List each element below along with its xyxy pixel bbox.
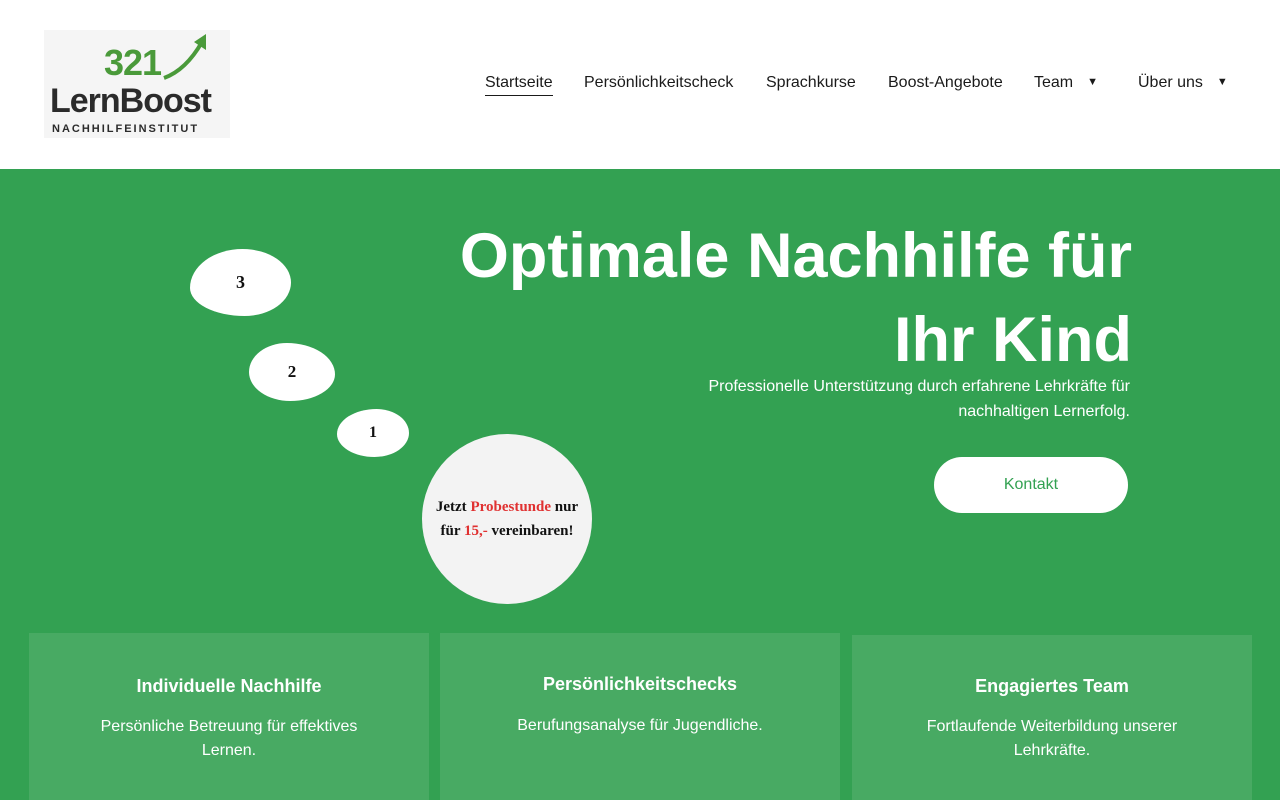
site-header: 321 LernBoost NACHHILFEINSTITUT Startsei… <box>0 0 1280 169</box>
hero-title: Optimale Nachhilfe für Ihr Kind <box>380 214 1132 382</box>
card-text: Persönliche Betreuung für effektives Ler… <box>79 715 379 763</box>
nav-item-boost-angebote[interactable]: Boost-Angebote <box>888 74 1003 92</box>
card-text-line: Persönliche Betreuung für effektives <box>100 718 358 735</box>
step-number: 3 <box>236 272 245 292</box>
step-number: 2 <box>287 362 297 381</box>
feature-card-nachhilfe: Individuelle Nachhilfe Persönliche Betre… <box>29 633 429 800</box>
nav-item-ueber-uns[interactable]: Über uns ▼ <box>1138 74 1228 92</box>
card-title: Individuelle Nachhilfe <box>136 676 322 696</box>
trial-lesson-badge[interactable]: Jetzt Probestunde nur für 15,- vereinbar… <box>422 434 592 604</box>
nav-label: Startseite <box>485 74 553 96</box>
card-text-line: Lehrkräfte. <box>1013 742 1091 759</box>
nav-label: Sprachkurse <box>766 74 856 91</box>
chevron-down-icon[interactable]: ▼ <box>1087 76 1098 88</box>
nav-label: Über uns <box>1138 74 1203 91</box>
hero-subtitle: Professionelle Unterstützung durch erfah… <box>640 374 1130 424</box>
trial-text-part: vereinbaren! <box>487 523 574 539</box>
card-text: Berufungsanalyse für Jugendliche. <box>470 714 810 738</box>
hero-subtitle-line: Professionelle Unterstützung durch erfah… <box>708 378 1130 395</box>
contact-button[interactable]: Kontakt <box>934 457 1128 513</box>
card-text-line: Lernen. <box>201 742 257 759</box>
card-title: Engagiertes Team <box>975 676 1129 696</box>
nav-item-persoenlichkeitscheck[interactable]: Persönlichkeitscheck <box>584 74 733 92</box>
nav-item-startseite[interactable]: Startseite <box>485 74 553 96</box>
nav-item-sprachkurse[interactable]: Sprachkurse <box>766 74 856 92</box>
trial-text-part: nur <box>551 499 579 515</box>
feature-card-team: Engagiertes Team Fortlaufende Weiterbild… <box>852 635 1252 800</box>
nav-label: Persönlichkeitscheck <box>584 74 734 91</box>
hero-title-line: Optimale Nachhilfe für <box>459 221 1132 291</box>
feature-card-persoenlichkeit: Persönlichkeitschecks Berufungsanalyse f… <box>440 633 840 800</box>
nav-item-team[interactable]: Team ▼ <box>1034 74 1098 92</box>
card-text: Fortlaufende Weiterbildung unserer Lehrk… <box>902 715 1202 763</box>
logo-tagline: NACHHILFEINSTITUT <box>52 123 200 135</box>
step-stone-3: 3 <box>190 249 291 316</box>
trial-highlight: Probestunde <box>470 499 552 515</box>
nav-label: Team <box>1034 74 1074 91</box>
step-number: 1 <box>369 424 377 441</box>
trial-text-part: Jetzt <box>435 499 471 515</box>
main-nav: Startseite Persönlichkeitscheck Sprachku… <box>0 74 1280 98</box>
step-stone-2: 2 <box>249 343 335 401</box>
step-stone-1: 1 <box>337 409 409 457</box>
trial-price: 15,- <box>464 523 488 539</box>
chevron-down-icon[interactable]: ▼ <box>1217 76 1228 88</box>
trial-text: Jetzt Probestunde nur für 15,- vereinbar… <box>436 495 578 543</box>
hero-subtitle-line: nachhaltigen Lernerfolg. <box>958 403 1130 420</box>
card-text-line: Berufungsanalyse für Jugendliche. <box>517 717 763 734</box>
card-text-line: Fortlaufende Weiterbildung unserer <box>926 718 1178 735</box>
nav-label: Boost-Angebote <box>888 74 1003 91</box>
trial-text-part: für <box>440 523 465 539</box>
card-title: Persönlichkeitschecks <box>542 674 738 694</box>
hero-title-line: Ihr Kind <box>894 305 1132 375</box>
